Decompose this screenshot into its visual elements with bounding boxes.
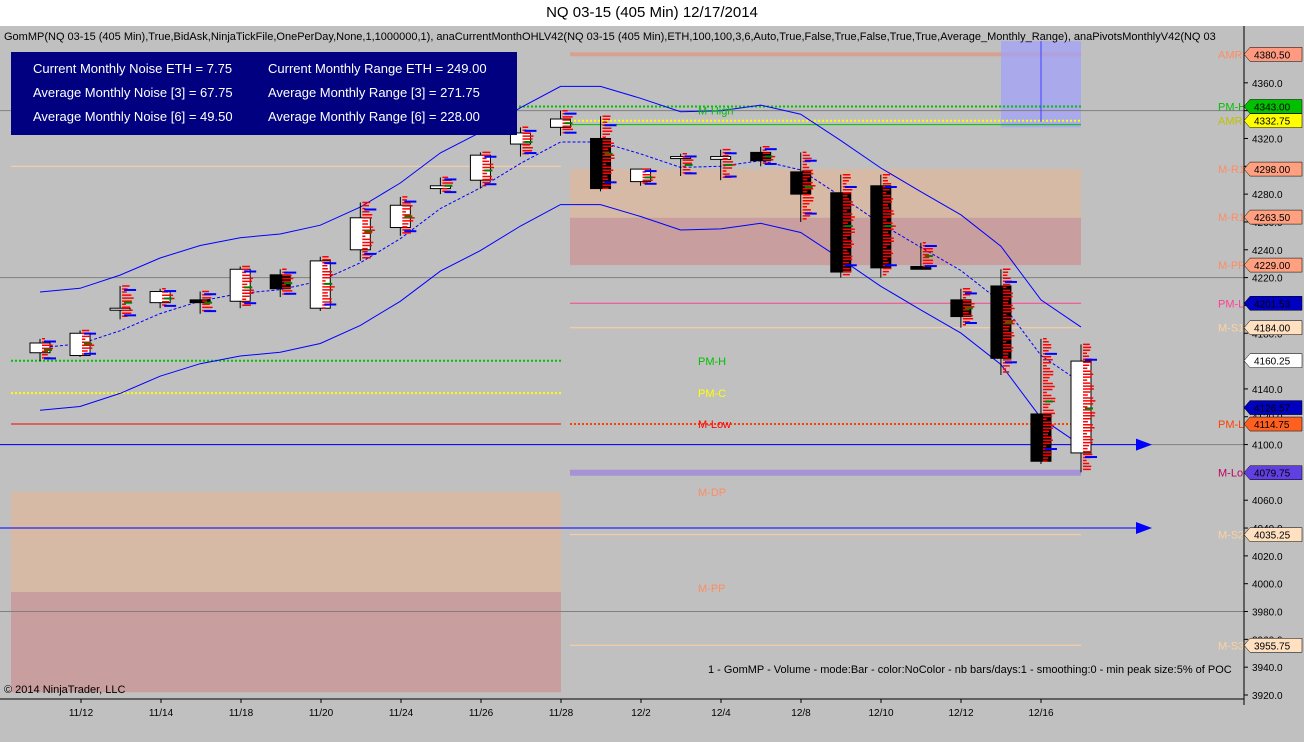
- price-badge-label: 4114.75: [1254, 420, 1290, 431]
- x-tick-label: 12/2: [631, 708, 651, 719]
- level-tag: AMR: [1218, 49, 1243, 61]
- level-tag: AMR: [1218, 116, 1243, 128]
- y-tick-label: 4000.0: [1252, 580, 1283, 591]
- y-tick-label: 4240.0: [1252, 246, 1283, 257]
- level-tag: M-S1: [1218, 323, 1244, 335]
- x-tick-label: 12/4: [711, 708, 731, 719]
- x-tick-label: 12/16: [1028, 708, 1053, 719]
- y-tick-label: 3920.0: [1252, 691, 1283, 702]
- y-tick-label: 4360.0: [1252, 79, 1283, 90]
- price-badge-label: 4263.50: [1254, 213, 1291, 224]
- price-badge-label: 4298.00: [1254, 165, 1291, 176]
- info-row-2-left: Average Monthly Noise [3] = 67.75: [33, 85, 233, 100]
- level-tag: M-S2: [1218, 530, 1244, 542]
- x-tick-label: 11/12: [69, 708, 94, 719]
- y-tick-label: 3980.0: [1252, 608, 1283, 619]
- window-title: NQ 03-15 (405 Min) 12/17/2014: [0, 0, 1304, 26]
- x-tick-label: 12/8: [791, 708, 811, 719]
- level-tag: M-R1: [1218, 164, 1245, 176]
- level-label: M-PP: [698, 583, 726, 595]
- x-tick-label: 11/20: [309, 708, 334, 719]
- y-tick-label: 4140.0: [1252, 385, 1283, 396]
- level-tag: PM-L: [1218, 419, 1244, 431]
- y-tick-label: 4100.0: [1252, 441, 1283, 452]
- price-badge-label: 4160.25: [1254, 357, 1291, 368]
- level-label: M-DP: [698, 487, 726, 499]
- level-tag: PM-H: [1218, 101, 1246, 113]
- info-row-1-right: Current Monthly Range ETH = 249.00: [268, 61, 487, 76]
- y-tick-label: 4220.0: [1252, 274, 1283, 285]
- zone-cur-lower: [570, 217, 1081, 266]
- level-tag: PM-L: [1218, 298, 1244, 310]
- x-tick-label: 11/28: [549, 708, 574, 719]
- level-tag: M-R1: [1218, 212, 1245, 224]
- price-badge-label: 4201.53: [1254, 299, 1291, 310]
- price-badge-label: 4035.25: [1254, 531, 1291, 542]
- x-tick-label: 12/12: [948, 708, 973, 719]
- x-tick-label: 12/10: [868, 708, 893, 719]
- level-label: M-High: [698, 106, 733, 118]
- price-badge-label: 4343.00: [1254, 102, 1291, 113]
- level-label: M-Low: [698, 419, 731, 431]
- level-tag: M-PP: [1218, 260, 1246, 272]
- price-badge-label: 4229.00: [1254, 261, 1291, 272]
- y-tick-label: 4020.0: [1252, 552, 1283, 563]
- monthly-noise-range-box: Current Monthly Noise ETH = 7.75 Current…: [11, 52, 517, 135]
- price-badge-label: 3955.75: [1254, 641, 1291, 652]
- zone-mlow-band: [570, 469, 1081, 476]
- level-tag: M-Lo: [1218, 468, 1243, 480]
- info-row-3-right: Average Monthly Range [6] = 228.00: [268, 109, 480, 124]
- price-badge-label: 4079.75: [1254, 469, 1291, 480]
- y-tick-label: 3940.0: [1252, 663, 1283, 674]
- copyright-text: © 2014 NinjaTrader, LLC: [4, 684, 126, 696]
- x-tick-label: 11/14: [149, 708, 174, 719]
- zone-prev-upper: [11, 491, 561, 593]
- info-row-1-left: Current Monthly Noise ETH = 7.75: [33, 61, 233, 76]
- x-tick-label: 11/24: [389, 708, 414, 719]
- chart-window: NQ 03-15 (405 Min) 12/17/2014 M-High PM-H…: [0, 0, 1304, 742]
- y-tick-label: 4060.0: [1252, 496, 1283, 507]
- gommp-footnote: 1 - GomMP - Volume - mode:Bar - color:No…: [708, 664, 1232, 676]
- level-label: PM-C: [698, 388, 726, 400]
- y-tick-label: 4320.0: [1252, 134, 1283, 145]
- level-tag: M-S3: [1218, 640, 1244, 652]
- info-row-2-right: Average Monthly Range [3] = 271.75: [268, 85, 480, 100]
- price-badge-label: 4184.00: [1254, 324, 1291, 335]
- x-tick-label: 11/26: [469, 708, 494, 719]
- info-row-3-left: Average Monthly Noise [6] = 49.50: [33, 109, 233, 124]
- price-badge-label: 4332.75: [1254, 117, 1291, 128]
- zone-prev-lower: [11, 592, 561, 693]
- indicator-parameters: GomMP(NQ 03-15 (405 Min),True,BidAsk,Nin…: [4, 31, 1216, 43]
- level-label: PM-H: [698, 356, 726, 368]
- x-tick-label: 11/18: [229, 708, 254, 719]
- price-badge-label: 4126.57: [1254, 404, 1291, 415]
- price-badge-label: 4380.50: [1254, 50, 1291, 61]
- y-tick-label: 4280.0: [1252, 190, 1283, 201]
